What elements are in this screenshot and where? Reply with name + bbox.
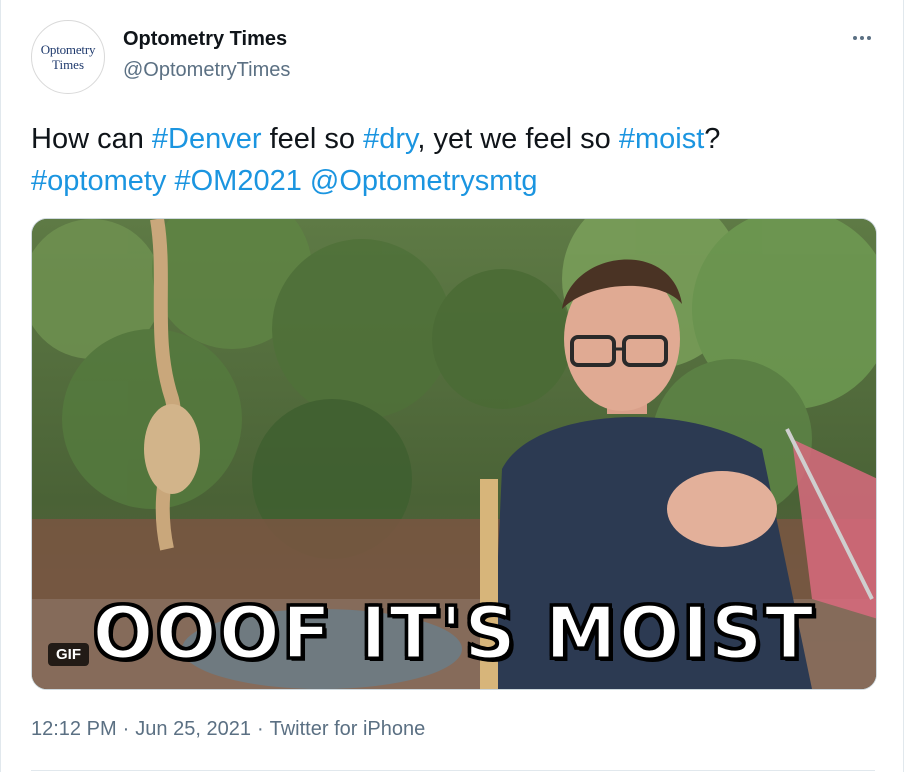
avatar-logo-line1: Optometry	[40, 42, 96, 57]
divider	[31, 770, 875, 771]
user-handle[interactable]: @OptometryTimes	[123, 59, 290, 82]
hashtag-link[interactable]: #moist	[619, 123, 704, 155]
gif-media[interactable]: OOOF IT'S MOIST GIF	[31, 218, 877, 690]
hashtag-link[interactable]: #OM2021	[174, 165, 301, 197]
more-horizontal-icon[interactable]	[847, 26, 877, 50]
tweet-text-segment: feel so	[261, 123, 364, 155]
tweet-date-link[interactable]: Jun 25, 2021	[135, 718, 251, 740]
tweet-time-link[interactable]: 12:12 PM	[31, 718, 117, 740]
display-name[interactable]: Optometry Times	[123, 28, 287, 51]
meta-separator: ·	[122, 718, 130, 740]
gif-badge: GIF	[48, 643, 89, 666]
hashtag-link[interactable]: #dry	[363, 123, 417, 155]
tweet-meta: 12:12 PM · Jun 25, 2021 · Twitter for iPhone	[31, 718, 425, 741]
tweet-text-segment: , yet we feel so	[417, 123, 619, 155]
tweet-source-link[interactable]: Twitter for iPhone	[270, 718, 426, 740]
gif-caption: OOOF IT'S MOIST	[91, 590, 816, 677]
tweet-text: How can #Denver feel so #dry, yet we fee…	[31, 118, 881, 202]
hashtag-link[interactable]: #Denver	[152, 123, 262, 155]
avatar-logo-line2: Times	[51, 57, 85, 72]
mention-link[interactable]: @Optometrysmtg	[310, 165, 538, 197]
avatar[interactable]: Optometry Times	[31, 20, 105, 94]
hashtag-link[interactable]: #optomety	[31, 165, 166, 197]
tweet-text-segment: How can	[31, 123, 152, 155]
tweet-card: Optometry Times Optometry Times @Optomet…	[0, 0, 904, 772]
tweet-text-segment: ?	[704, 123, 721, 155]
meta-separator: ·	[256, 718, 264, 740]
